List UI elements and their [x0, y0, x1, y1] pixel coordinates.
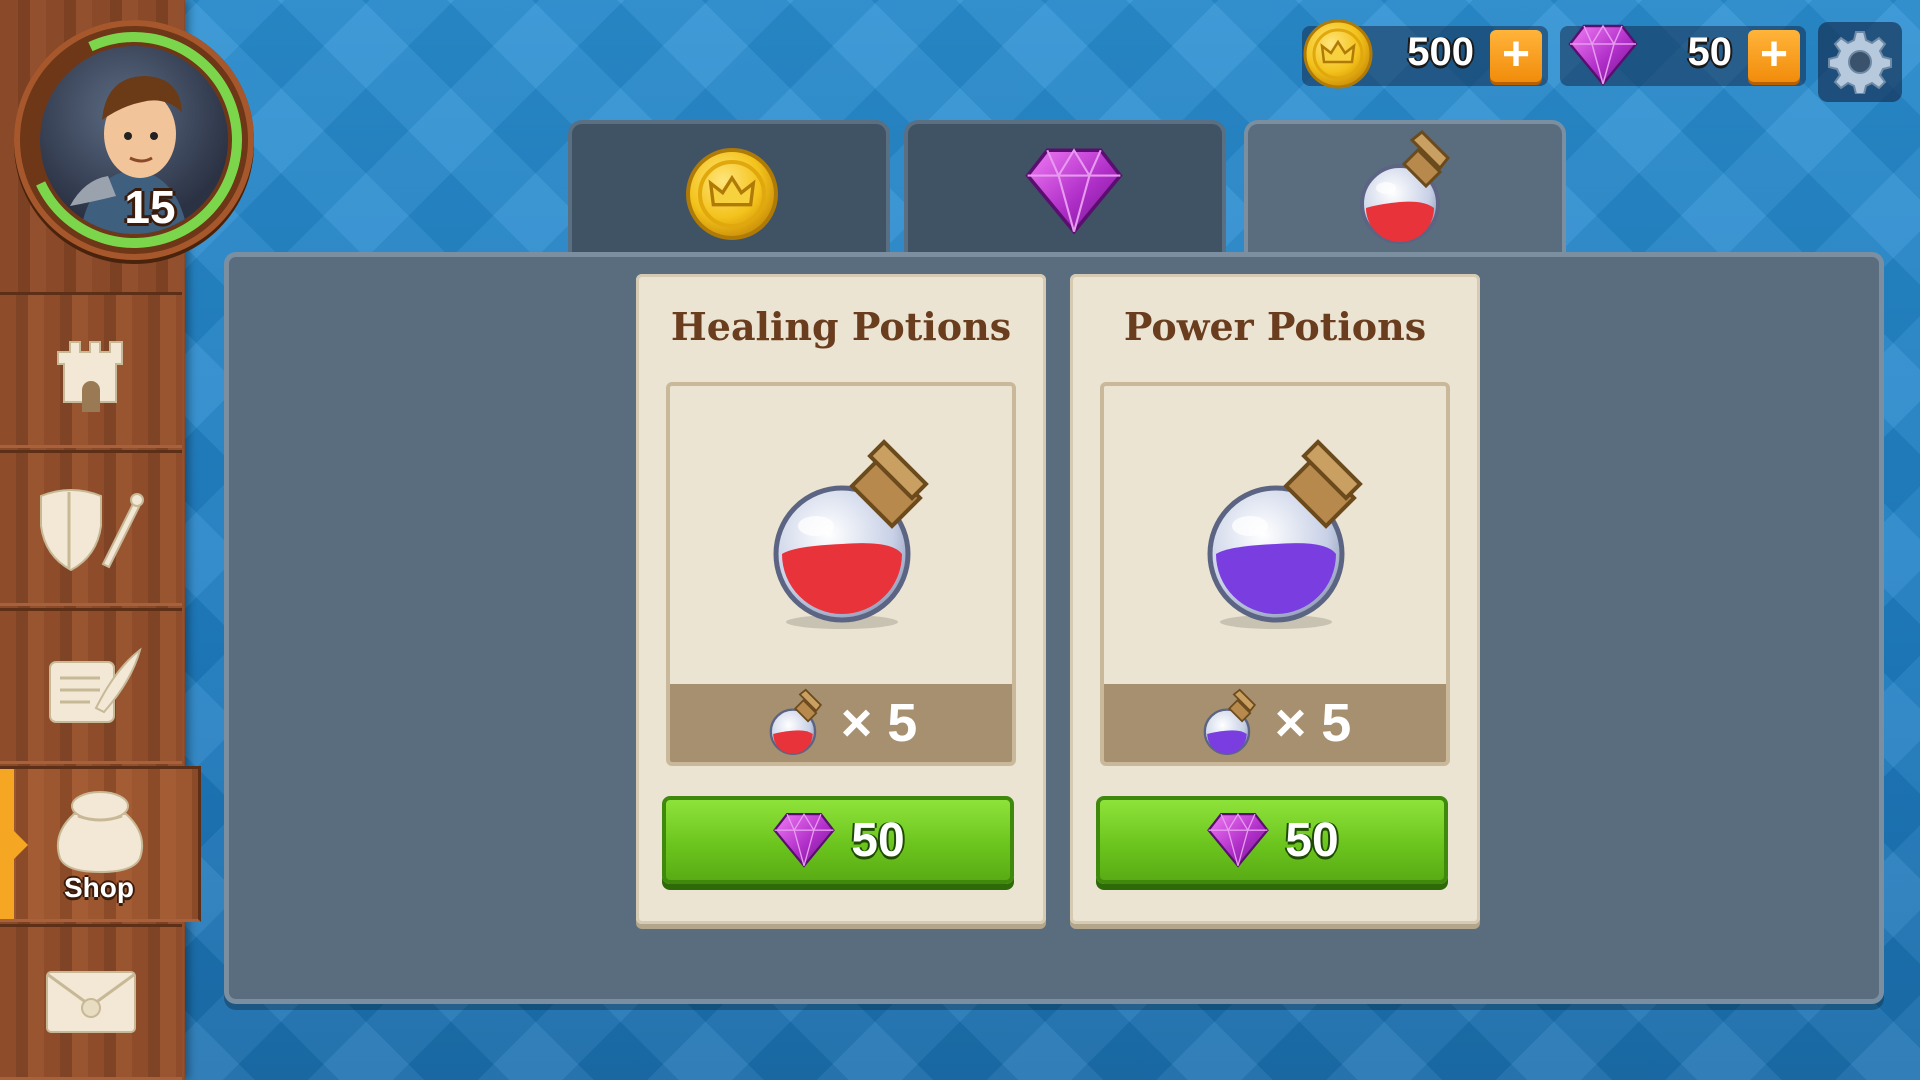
gem-icon	[1566, 22, 1640, 88]
potion-icon	[1352, 130, 1462, 248]
card-image-frame: × 5	[1100, 382, 1450, 766]
add-gems-button[interactable]: +	[1748, 30, 1800, 82]
player-level: 15	[124, 181, 176, 233]
gem-icon	[1022, 144, 1126, 238]
quantity-label: × 5	[840, 693, 918, 753]
coin-icon	[684, 146, 780, 242]
buy-power-potions-button[interactable]: 50	[1096, 796, 1448, 884]
active-indicator	[0, 769, 14, 919]
power-potion-icon	[1200, 430, 1370, 630]
gem-amount: 50	[1687, 30, 1733, 74]
gem-counter: 50 +	[1560, 24, 1806, 86]
sidebar-item-castle[interactable]	[0, 292, 182, 448]
envelope-icon	[41, 962, 141, 1042]
quantity-label: × 5	[1274, 693, 1352, 753]
card-title: Power Potions	[1123, 304, 1427, 349]
scroll-quill-icon	[36, 638, 146, 734]
price-label: 50	[1285, 813, 1339, 867]
active-arrow-icon	[14, 831, 28, 859]
card-title: Healing Potions	[670, 304, 1012, 349]
sidebar-item-shop[interactable]: Shop	[0, 766, 201, 922]
card-image-frame: × 5	[666, 382, 1016, 766]
loot-bag-icon	[44, 784, 154, 874]
gem-icon	[1205, 810, 1271, 870]
healing-potion-small-icon	[765, 687, 829, 759]
coin-icon	[1302, 18, 1374, 90]
add-coins-button[interactable]: +	[1490, 30, 1542, 82]
coin-amount: 500	[1407, 30, 1474, 74]
player-avatar[interactable]: 15	[0, 1, 273, 279]
settings-button[interactable]	[1818, 22, 1902, 102]
power-potion-small-icon	[1199, 687, 1263, 759]
gear-icon	[1828, 30, 1892, 94]
quantity-band: × 5	[1104, 684, 1446, 762]
product-card-power: Power Potions × 5 50	[1070, 274, 1480, 924]
tab-gems[interactable]	[904, 120, 1226, 260]
quantity-band: × 5	[670, 684, 1012, 762]
gem-icon	[771, 810, 837, 870]
healing-potion-icon	[766, 430, 936, 630]
coin-counter: 500 +	[1302, 19, 1548, 89]
shield-sword-icon	[31, 478, 151, 578]
tab-coins[interactable]	[568, 120, 890, 260]
sidebar-item-battle[interactable]	[0, 450, 182, 606]
sidebar-item-quests[interactable]	[0, 608, 182, 764]
tab-potions[interactable]	[1244, 120, 1566, 262]
shop-panel	[224, 252, 1884, 1004]
sidebar-item-label: Shop	[64, 872, 134, 903]
castle-icon	[46, 324, 136, 416]
buy-healing-potions-button[interactable]: 50	[662, 796, 1014, 884]
price-label: 50	[851, 813, 905, 867]
sidebar-item-mail[interactable]	[0, 924, 182, 1080]
product-card-healing: Healing Potions × 5 50	[636, 274, 1046, 924]
